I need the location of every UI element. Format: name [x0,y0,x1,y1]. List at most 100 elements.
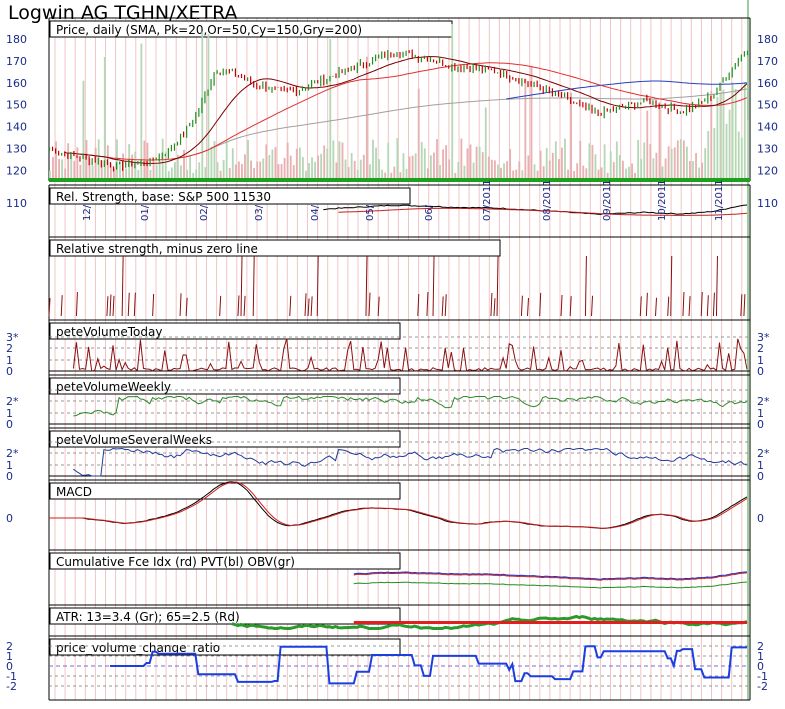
volume-bar [423,148,426,179]
volume-bar [292,165,295,179]
volume-bar [359,159,362,179]
month-tick-label: 08/2011 [542,179,553,221]
volume-bar [426,168,429,179]
volume-bar [347,167,350,179]
volume-bar [76,147,79,179]
volume-bar [381,169,384,179]
volume-bar [417,88,420,179]
volume-bar [573,170,576,179]
volume-bar [173,162,176,179]
y-tick-left: 120 [6,164,27,177]
volume-bar [286,142,289,179]
volume-bar [722,89,725,179]
volume-bar [58,158,60,179]
y-tick-right: 140 [757,121,778,134]
volume-bar [210,146,213,179]
rsz-spike [368,292,371,317]
volume-bar [554,141,557,179]
rsz-spike [240,255,243,317]
volume-bar [506,161,509,179]
rsz-spike [179,293,182,317]
y-tick-left: 110 [6,197,27,210]
volume-bar [692,161,694,179]
volume-bar [533,164,536,179]
volume-bar [521,170,524,179]
volume-bar [561,147,563,179]
volume-bar [55,141,57,179]
volume-bar [241,164,243,179]
rsz-spike [667,296,670,317]
rsz-spike [432,255,435,317]
rsz-spike [496,255,499,317]
volume-bar [378,159,380,179]
rsz-spike [133,292,136,317]
panel-label: peteVolumeWeekly [56,380,171,394]
rsz-spike [490,292,493,317]
month-tick-label: 10/2011 [657,179,668,221]
volume-bar [429,155,432,179]
chart-root: Logwin AG TGHN/XETRA Price, daily (SMA, … [0,0,785,709]
y-tick-right: 110 [757,197,778,210]
volume-bar [280,164,283,179]
volume-bar [582,165,585,179]
volume-bar [277,164,280,179]
volume-bar [579,140,582,179]
volume-bar [670,148,673,179]
volume-bar [643,142,646,179]
panel-label: Relative strength, minus zero line [56,242,258,256]
volume-bar [228,167,231,179]
volume-bar [369,164,371,179]
volume-bar [399,172,402,179]
volume-bar [344,159,347,179]
volume-bar [301,157,304,179]
rsz-spike [127,292,130,317]
y-tick-right: 170 [757,55,778,68]
month-tick-label: 07/2011 [482,179,493,221]
rsz-spike [706,295,709,317]
volume-bar [588,143,591,179]
volume-bar [490,159,493,179]
volume-bar [542,166,545,179]
volume-bar [262,158,265,179]
month-tick-label: 12/ [82,204,93,221]
volume-bar [298,147,301,179]
volume-bar [131,154,134,179]
volume-bar [73,160,76,179]
volume-bar [548,160,551,179]
volume-bar [320,153,323,179]
y-tick-right: 0 [757,470,764,483]
rsz-spike [365,255,368,317]
volume-bar [393,166,396,179]
volume-bar [536,170,539,179]
volume-bar [466,148,469,179]
volume-bar [649,144,652,179]
volume-bar [338,141,341,179]
volume-bar [198,162,201,179]
volume-bar [484,107,487,179]
volume-bar [658,102,661,179]
volume-bar [689,160,691,179]
y-tick-right: -2 [757,680,768,693]
volume-bar [332,140,335,179]
volume-bar [305,170,307,179]
volume-bar [652,158,655,179]
rsz-spike [715,255,718,317]
volume-bar [137,169,140,179]
volume-bar [628,166,630,179]
volume-bar [539,150,542,179]
volume-bar [439,164,441,179]
y-tick-right: 120 [757,164,778,177]
volume-bar [570,92,573,179]
volume-bar [61,159,64,179]
volume-bar [600,167,603,179]
y-tick-left: 130 [6,143,27,156]
volume-bar [442,149,444,179]
volume-bar [350,152,353,179]
rsz-spike [645,292,648,317]
volume-bar [356,169,359,179]
rsz-spike [441,296,444,317]
rsz-spike [307,298,310,317]
rsz-spike [591,295,594,317]
volume-bar [387,142,390,179]
volume-bar [180,165,182,179]
